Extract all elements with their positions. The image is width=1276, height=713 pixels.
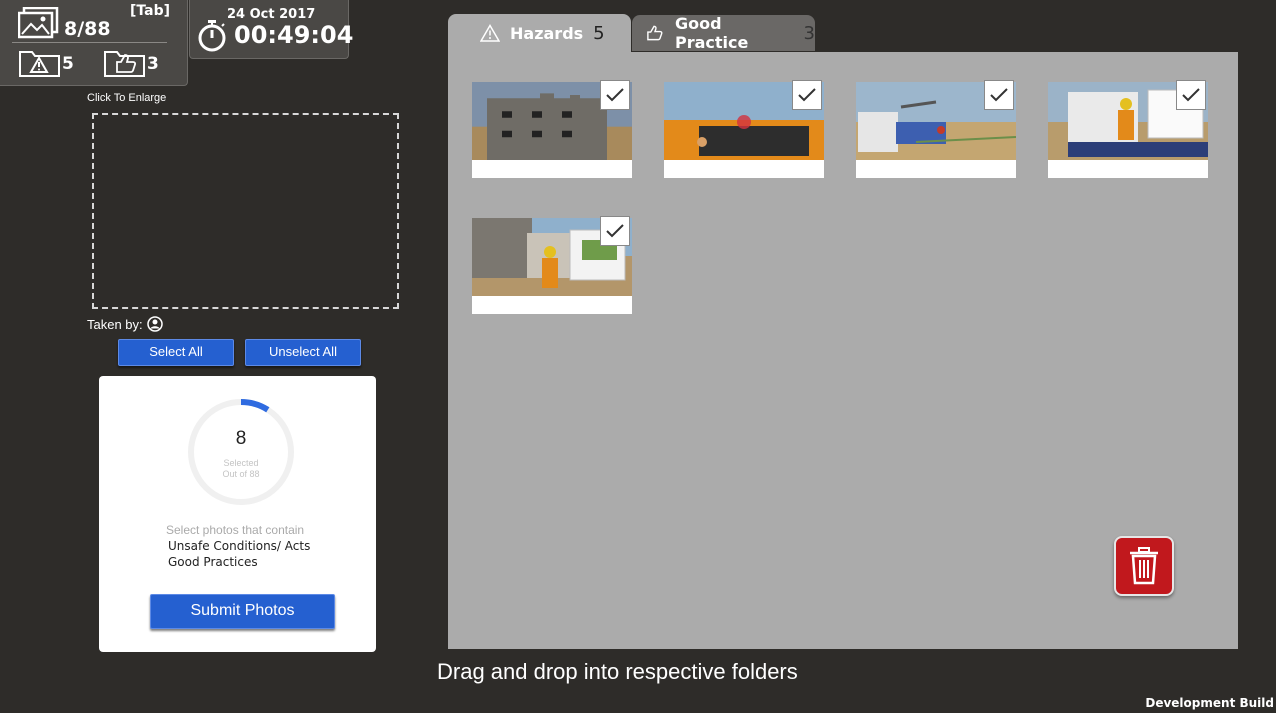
photo-counter-panel: 8/88 [Tab] 5 3	[0, 0, 188, 86]
photo-checkbox[interactable]	[600, 80, 630, 110]
selection-progress-ring: 8 Selected Out of 88	[187, 398, 295, 506]
taken-by: Taken by:	[87, 316, 163, 332]
tab-hint: [Tab]	[130, 3, 171, 19]
hazard-folder-count: 5	[62, 54, 74, 74]
user-icon	[146, 316, 163, 332]
enlarge-label: Click To Enlarge	[87, 92, 167, 104]
taken-by-label: Taken by:	[87, 316, 143, 332]
photo-count: 8/88	[64, 18, 111, 40]
selected-count: 8	[235, 428, 247, 449]
timer-panel: 24 Oct 2017 00:49:04	[189, 0, 353, 59]
photo-checkbox[interactable]	[792, 80, 822, 110]
stopwatch-icon	[198, 20, 226, 52]
checkmark-icon	[798, 88, 816, 102]
checkmark-icon	[606, 88, 624, 102]
submission-card: 8 Selected Out of 88 Select photos that …	[99, 376, 376, 652]
tab-good-practice-label: Good Practice	[675, 14, 749, 52]
trash-icon	[1130, 547, 1158, 585]
good-folder-count: 3	[147, 54, 159, 74]
instruction-text: Select photos that contain	[166, 523, 305, 537]
divider	[12, 42, 167, 43]
tab-hazards-label: Hazards	[510, 23, 584, 43]
unselect-all-button[interactable]: Unselect All	[245, 339, 361, 366]
photo-checkbox[interactable]	[600, 216, 630, 246]
tab-good-practice[interactable]: Good Practice 3	[632, 14, 815, 52]
tab-good-practice-count: 3	[803, 22, 815, 44]
photo-checkbox[interactable]	[984, 80, 1014, 110]
thumbs-up-icon	[647, 25, 663, 41]
checkmark-icon	[606, 224, 624, 238]
drag-drop-instruction: Drag and drop into respective folders	[437, 659, 798, 684]
tab-hazards[interactable]: Hazards 5	[448, 14, 631, 52]
date-label: 24 Oct 2017	[227, 7, 316, 22]
development-build-label: Development Build	[1145, 696, 1274, 710]
warning-icon	[480, 24, 500, 42]
selected-label: Selected	[223, 458, 259, 468]
good-practice-folder-icon	[104, 51, 145, 77]
progress-ring	[188, 399, 294, 505]
instruction-item-unsafe: Unsafe Conditions/ Acts	[168, 539, 311, 553]
timer-label: 00:49:04	[234, 21, 354, 49]
hazard-folder-icon	[19, 51, 60, 77]
checkmark-icon	[1182, 88, 1200, 102]
gallery-icon	[18, 7, 59, 39]
delete-button[interactable]	[1114, 536, 1174, 596]
photo-preview-area[interactable]	[92, 113, 399, 309]
tab-hazards-count: 5	[593, 22, 605, 44]
instruction-item-good: Good Practices	[168, 555, 258, 569]
photo-checkbox[interactable]	[1176, 80, 1206, 110]
submit-photos-button[interactable]: Submit Photos	[150, 594, 335, 629]
checkmark-icon	[990, 88, 1008, 102]
out-of-label: Out of 88	[222, 469, 260, 479]
select-all-button[interactable]: Select All	[118, 339, 234, 366]
